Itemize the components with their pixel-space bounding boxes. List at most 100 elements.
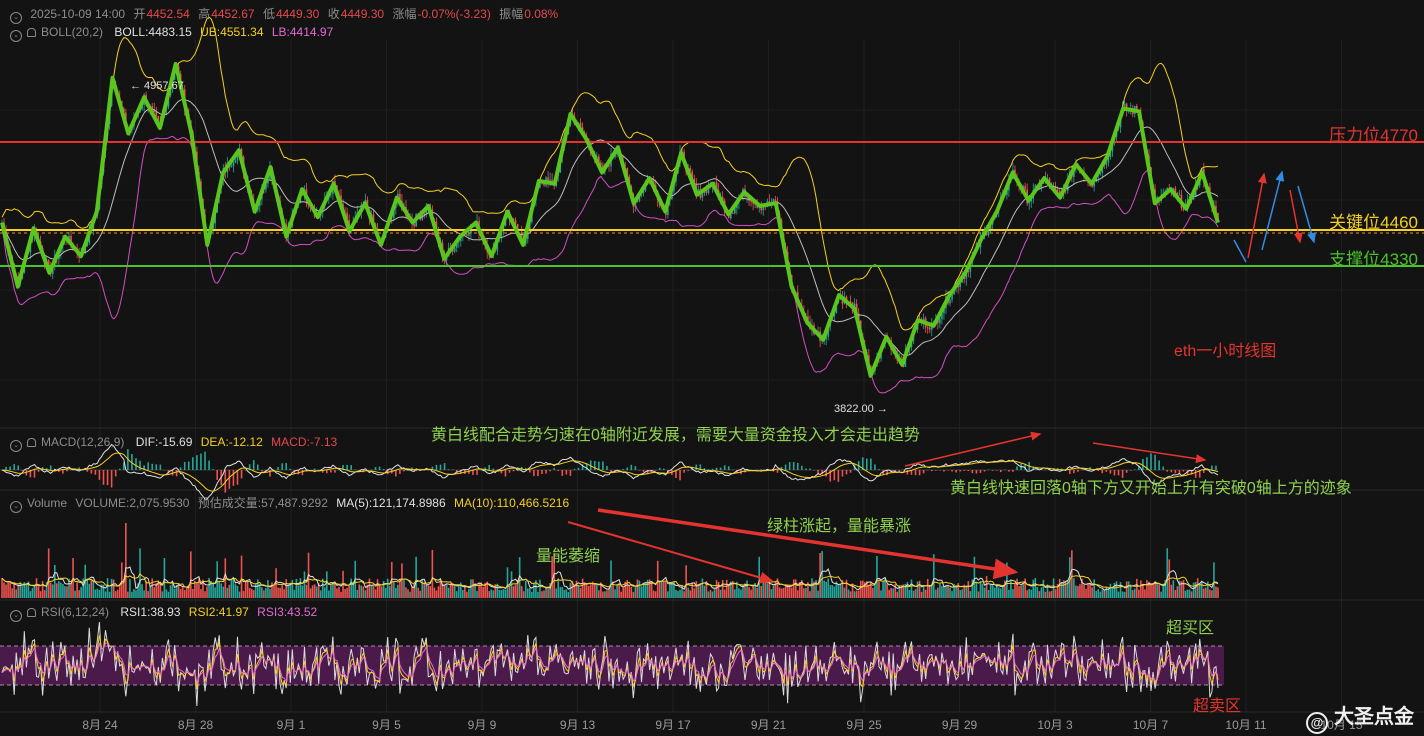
- volume-bar: [809, 591, 811, 598]
- volume-bar: [19, 581, 22, 598]
- macd-histogram-bar: [395, 470, 397, 477]
- volume-bar: [1215, 586, 1217, 598]
- volume-bar: [368, 578, 371, 598]
- bell-icon[interactable]: [27, 438, 36, 447]
- chevron-down-icon[interactable]: ⌄: [10, 610, 22, 622]
- macd-histogram-bar: [533, 470, 535, 477]
- volume-bar: [999, 588, 1002, 598]
- volume-bar: [35, 578, 38, 598]
- volume-bar: [66, 586, 68, 598]
- volume-bar: [725, 579, 728, 598]
- bell-icon[interactable]: [27, 28, 36, 37]
- macd-histogram-bar: [17, 465, 20, 470]
- macd-histogram-bar: [285, 463, 288, 470]
- volume-bar: [409, 591, 411, 598]
- volume-bar: [1040, 587, 1043, 598]
- volume-bar: [114, 591, 117, 598]
- macd-histogram-bar: [317, 469, 320, 471]
- x-tick-label: 9月 1: [276, 718, 306, 732]
- volume-bar: [782, 587, 785, 598]
- macd-histogram-bar: [963, 470, 966, 471]
- volume-bar: [711, 591, 714, 598]
- macd-histogram-bar: [1150, 453, 1152, 470]
- volume-bar: [1006, 562, 1008, 598]
- macd-histogram-bar: [1125, 470, 1128, 473]
- volume-bar: [660, 580, 663, 598]
- volume-bar: [593, 584, 596, 598]
- volume-bar: [959, 590, 961, 598]
- volume-bar: [25, 584, 28, 598]
- macd-histogram-bar: [537, 470, 539, 477]
- volume-bar: [508, 586, 511, 598]
- chevron-down-icon[interactable]: ⌄: [10, 440, 22, 452]
- volume-bar: [70, 583, 72, 598]
- volume-bar: [206, 586, 208, 598]
- volume-bar: [874, 584, 876, 598]
- macd-histogram-bar: [110, 470, 113, 488]
- volume-bar: [916, 581, 919, 598]
- macd-histogram-bar: [715, 467, 718, 470]
- volume-bar: [230, 579, 233, 598]
- chevron-down-icon[interactable]: ⌄: [10, 12, 22, 24]
- annotation-arrow: [1092, 442, 1207, 464]
- macd-histogram-bar: [995, 470, 998, 471]
- high-marker: ← 4957.67: [130, 80, 184, 92]
- volume-bar: [250, 588, 253, 598]
- macd-histogram-bar: [975, 470, 978, 474]
- macd-histogram-bar: [679, 470, 681, 481]
- macd-histogram-bar: [399, 470, 401, 474]
- volume-bar: [455, 591, 458, 598]
- volume-bar: [537, 591, 539, 598]
- macd-histogram-bar: [374, 467, 377, 470]
- volume-bar: [319, 590, 322, 598]
- volume-bar: [1113, 582, 1116, 598]
- macd-histogram-bar: [598, 461, 600, 470]
- volume-bar: [693, 588, 696, 598]
- projection-arrow-down: [1297, 185, 1316, 244]
- volume-bar: [1192, 582, 1195, 598]
- volume-bar: [620, 591, 622, 598]
- volume-bar: [896, 591, 899, 598]
- x-tick-label: 10月 11: [1225, 718, 1267, 732]
- volume-bar: [303, 571, 306, 598]
- volume-bar: [943, 586, 945, 598]
- volume-bar: [439, 579, 442, 598]
- boll-header: ⌄ BOLL(20,2) BOLL:4483.15 UB:4551.34 LB:4…: [10, 25, 338, 42]
- volume-bar: [226, 587, 229, 598]
- bell-icon[interactable]: [27, 608, 36, 617]
- volume-bar: [667, 591, 669, 598]
- volume-bar: [313, 584, 316, 598]
- macd-histogram-bar: [1008, 470, 1010, 472]
- candle-body: [155, 111, 158, 117]
- macd-histogram-bar: [492, 468, 495, 470]
- macd-histogram-bar: [971, 470, 974, 474]
- volume-bar: [472, 579, 474, 598]
- macd-histogram-bar: [106, 470, 109, 486]
- volume-bar: [941, 586, 943, 598]
- chevron-down-icon[interactable]: ⌄: [10, 501, 22, 513]
- volume-bar: [847, 589, 850, 598]
- volume-bar: [135, 590, 137, 598]
- volume-bar: [125, 523, 127, 598]
- volume-bar: [277, 587, 279, 598]
- volume-bar: [989, 583, 992, 598]
- volume-bar: [104, 591, 107, 598]
- volume-bar: [453, 584, 456, 598]
- volume-bar: [338, 586, 340, 598]
- volume-bar: [908, 589, 911, 598]
- macd-histogram-bar: [874, 464, 876, 470]
- volume-bar: [287, 585, 290, 598]
- volume-bar: [437, 586, 440, 598]
- macd-histogram-bar: [654, 470, 657, 471]
- volume-bar: [563, 589, 566, 598]
- volume-bar: [498, 589, 501, 598]
- volume-bar: [506, 567, 509, 598]
- volume-bar: [1158, 584, 1160, 598]
- volume-bar: [878, 581, 880, 598]
- volume-bar: [991, 585, 994, 598]
- low-label: 低: [262, 7, 275, 21]
- volume-bar: [632, 591, 635, 598]
- chevron-down-icon[interactable]: ⌄: [10, 30, 22, 42]
- header-date: 2025-10-09 14:00: [30, 7, 126, 21]
- volume-bar: [500, 590, 503, 598]
